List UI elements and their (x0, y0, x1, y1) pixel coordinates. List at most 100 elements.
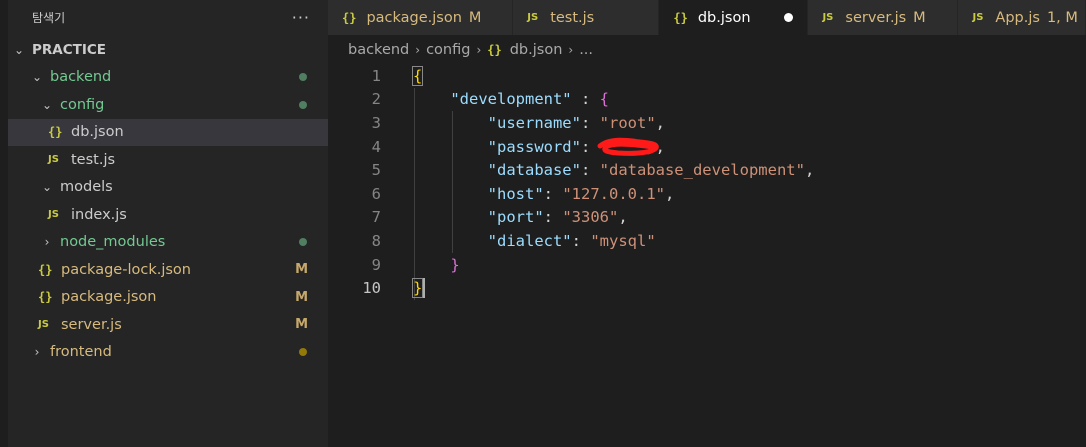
code-editor[interactable]: 1 { 2 "development" : { 3 "username": "r… (328, 64, 1086, 447)
tree-item-label: config (60, 96, 105, 113)
tab-db-json[interactable]: {} db.json (659, 0, 809, 35)
chevron-right-icon: › (34, 345, 40, 360)
breadcrumb-item-db-json[interactable]: db.json (510, 42, 563, 58)
more-actions-icon[interactable]: ··· (292, 8, 310, 27)
json-key: "username" (487, 113, 581, 132)
line-number: 9 (371, 255, 381, 274)
tree-folder-node-modules[interactable]: › node_modules (8, 229, 328, 257)
code-line: 9 } (328, 253, 1086, 277)
activity-bar-edge (0, 0, 8, 447)
tab-label: App.js (995, 9, 1040, 26)
tree-file-test-js[interactable]: JS test.js (8, 146, 328, 174)
js-file-icon: JS (48, 209, 59, 221)
line-number: 1 (371, 66, 381, 85)
line-number: 4 (371, 137, 381, 156)
punctuation: , (655, 113, 665, 132)
punctuation: , (664, 184, 675, 203)
json-key: "dialect" (487, 231, 572, 250)
code-line: 4 "password": , (328, 135, 1086, 159)
tree-folder-config[interactable]: ⌄ config (8, 91, 328, 119)
json-key: "database" (487, 161, 581, 180)
code-line: 7 "port": "3306", (328, 206, 1086, 230)
js-file-icon: JS (38, 319, 49, 331)
tab-app-js[interactable]: JS App.js 1, M (958, 0, 1086, 35)
json-string: "3306" (562, 208, 619, 227)
git-modified-badge: M (468, 9, 482, 26)
tree-file-index-js[interactable]: JS index.js (8, 201, 328, 229)
tab-label: test.js (550, 9, 595, 26)
tree-root-practice[interactable]: ⌄ PRACTICE (8, 36, 328, 64)
tree-folder-frontend[interactable]: › frontend (8, 339, 328, 367)
punctuation: : (543, 208, 563, 227)
punctuation: : (580, 113, 600, 132)
tree-folder-models[interactable]: ⌄ models (8, 174, 328, 202)
tab-test-js[interactable]: JS test.js (513, 0, 660, 35)
chevron-right-icon: › (415, 43, 421, 57)
tab-package-json[interactable]: {} package.json M (328, 0, 514, 35)
line-number: 10 (362, 279, 381, 298)
tree-file-package-lock-json[interactable]: {} package-lock.json M (8, 256, 328, 284)
code-line: 6 "host": "127.0.0.1", (328, 182, 1086, 206)
git-status-dot (299, 100, 307, 109)
breadcrumb-item-config[interactable]: config (426, 42, 470, 58)
file-tree: ⌄ PRACTICE ⌄ backend ⌄ config {} db.json… (8, 36, 328, 366)
tree-item-label: frontend (50, 344, 112, 361)
tree-file-package-json[interactable]: {} package.json M (8, 284, 328, 312)
tree-folder-backend[interactable]: ⌄ backend (8, 64, 328, 92)
line-number: 8 (371, 231, 381, 250)
json-string: "mysql" (590, 231, 656, 250)
tree-item-label: package-lock.json (61, 261, 191, 278)
code-line: 2 "development" : { (328, 88, 1086, 112)
bracket-close: } (411, 277, 424, 298)
tree-file-server-js[interactable]: JS server.js M (8, 311, 328, 339)
text-cursor (423, 278, 426, 299)
tree-item-label: index.js (71, 206, 127, 223)
unsaved-changes-dot-icon[interactable] (784, 13, 794, 22)
json-string: "127.0.0.1" (562, 184, 665, 203)
line-number: 2 (371, 90, 381, 109)
bracket-open: { (411, 65, 424, 86)
code-line: 5 "database": "database_development", (328, 158, 1086, 182)
chevron-right-icon: › (44, 235, 50, 250)
punctuation: : (543, 184, 563, 203)
breadcrumb-item-more[interactable]: ... (579, 42, 593, 58)
breadcrumb: backend › config › {} db.json › ... (348, 35, 1086, 65)
git-modified-badge: 1, M (1046, 9, 1078, 26)
tree-item-label: db.json (71, 124, 124, 141)
git-status-dot (299, 73, 307, 82)
tree-file-db-json[interactable]: {} db.json (8, 118, 328, 146)
chevron-right-icon: › (568, 43, 574, 57)
bracket-open: { (599, 90, 609, 109)
tree-item-label: package.json (61, 289, 157, 306)
git-modified-badge: M (295, 262, 308, 278)
punctuation: : (580, 161, 600, 180)
tree-item-label: models (60, 179, 113, 196)
tree-root-label: PRACTICE (32, 41, 107, 58)
git-modified-badge: M (295, 289, 308, 305)
redaction-scribble (597, 137, 659, 156)
chevron-down-icon: ⌄ (13, 42, 25, 57)
json-file-icon: {} (342, 10, 357, 25)
punctuation: , (804, 161, 815, 180)
chevron-down-icon: ⌄ (41, 180, 53, 195)
punctuation: : (571, 90, 600, 109)
chevron-right-icon: › (476, 43, 482, 57)
js-file-icon: JS (972, 12, 984, 23)
code-line: 8 "dialect": "mysql" (328, 229, 1086, 253)
json-file-icon: {} (38, 262, 53, 277)
tab-server-js[interactable]: JS server.js M (808, 0, 959, 35)
json-key: "host" (487, 184, 544, 203)
code-line: 3 "username": "root", (328, 111, 1086, 135)
json-key: "development" (450, 90, 572, 109)
punctuation: , (618, 208, 628, 227)
tab-label: db.json (697, 9, 751, 26)
editor-tab-bar: {} package.json M JS test.js {} db.json … (328, 0, 1086, 35)
line-number: 6 (371, 184, 381, 203)
punctuation: : (571, 231, 591, 250)
tab-label: package.json (366, 9, 462, 26)
line-number: 7 (371, 208, 381, 227)
js-file-icon: JS (822, 12, 834, 23)
json-file-icon: {} (487, 43, 502, 57)
tree-item-label: server.js (61, 316, 122, 333)
breadcrumb-item-backend[interactable]: backend (348, 42, 409, 58)
